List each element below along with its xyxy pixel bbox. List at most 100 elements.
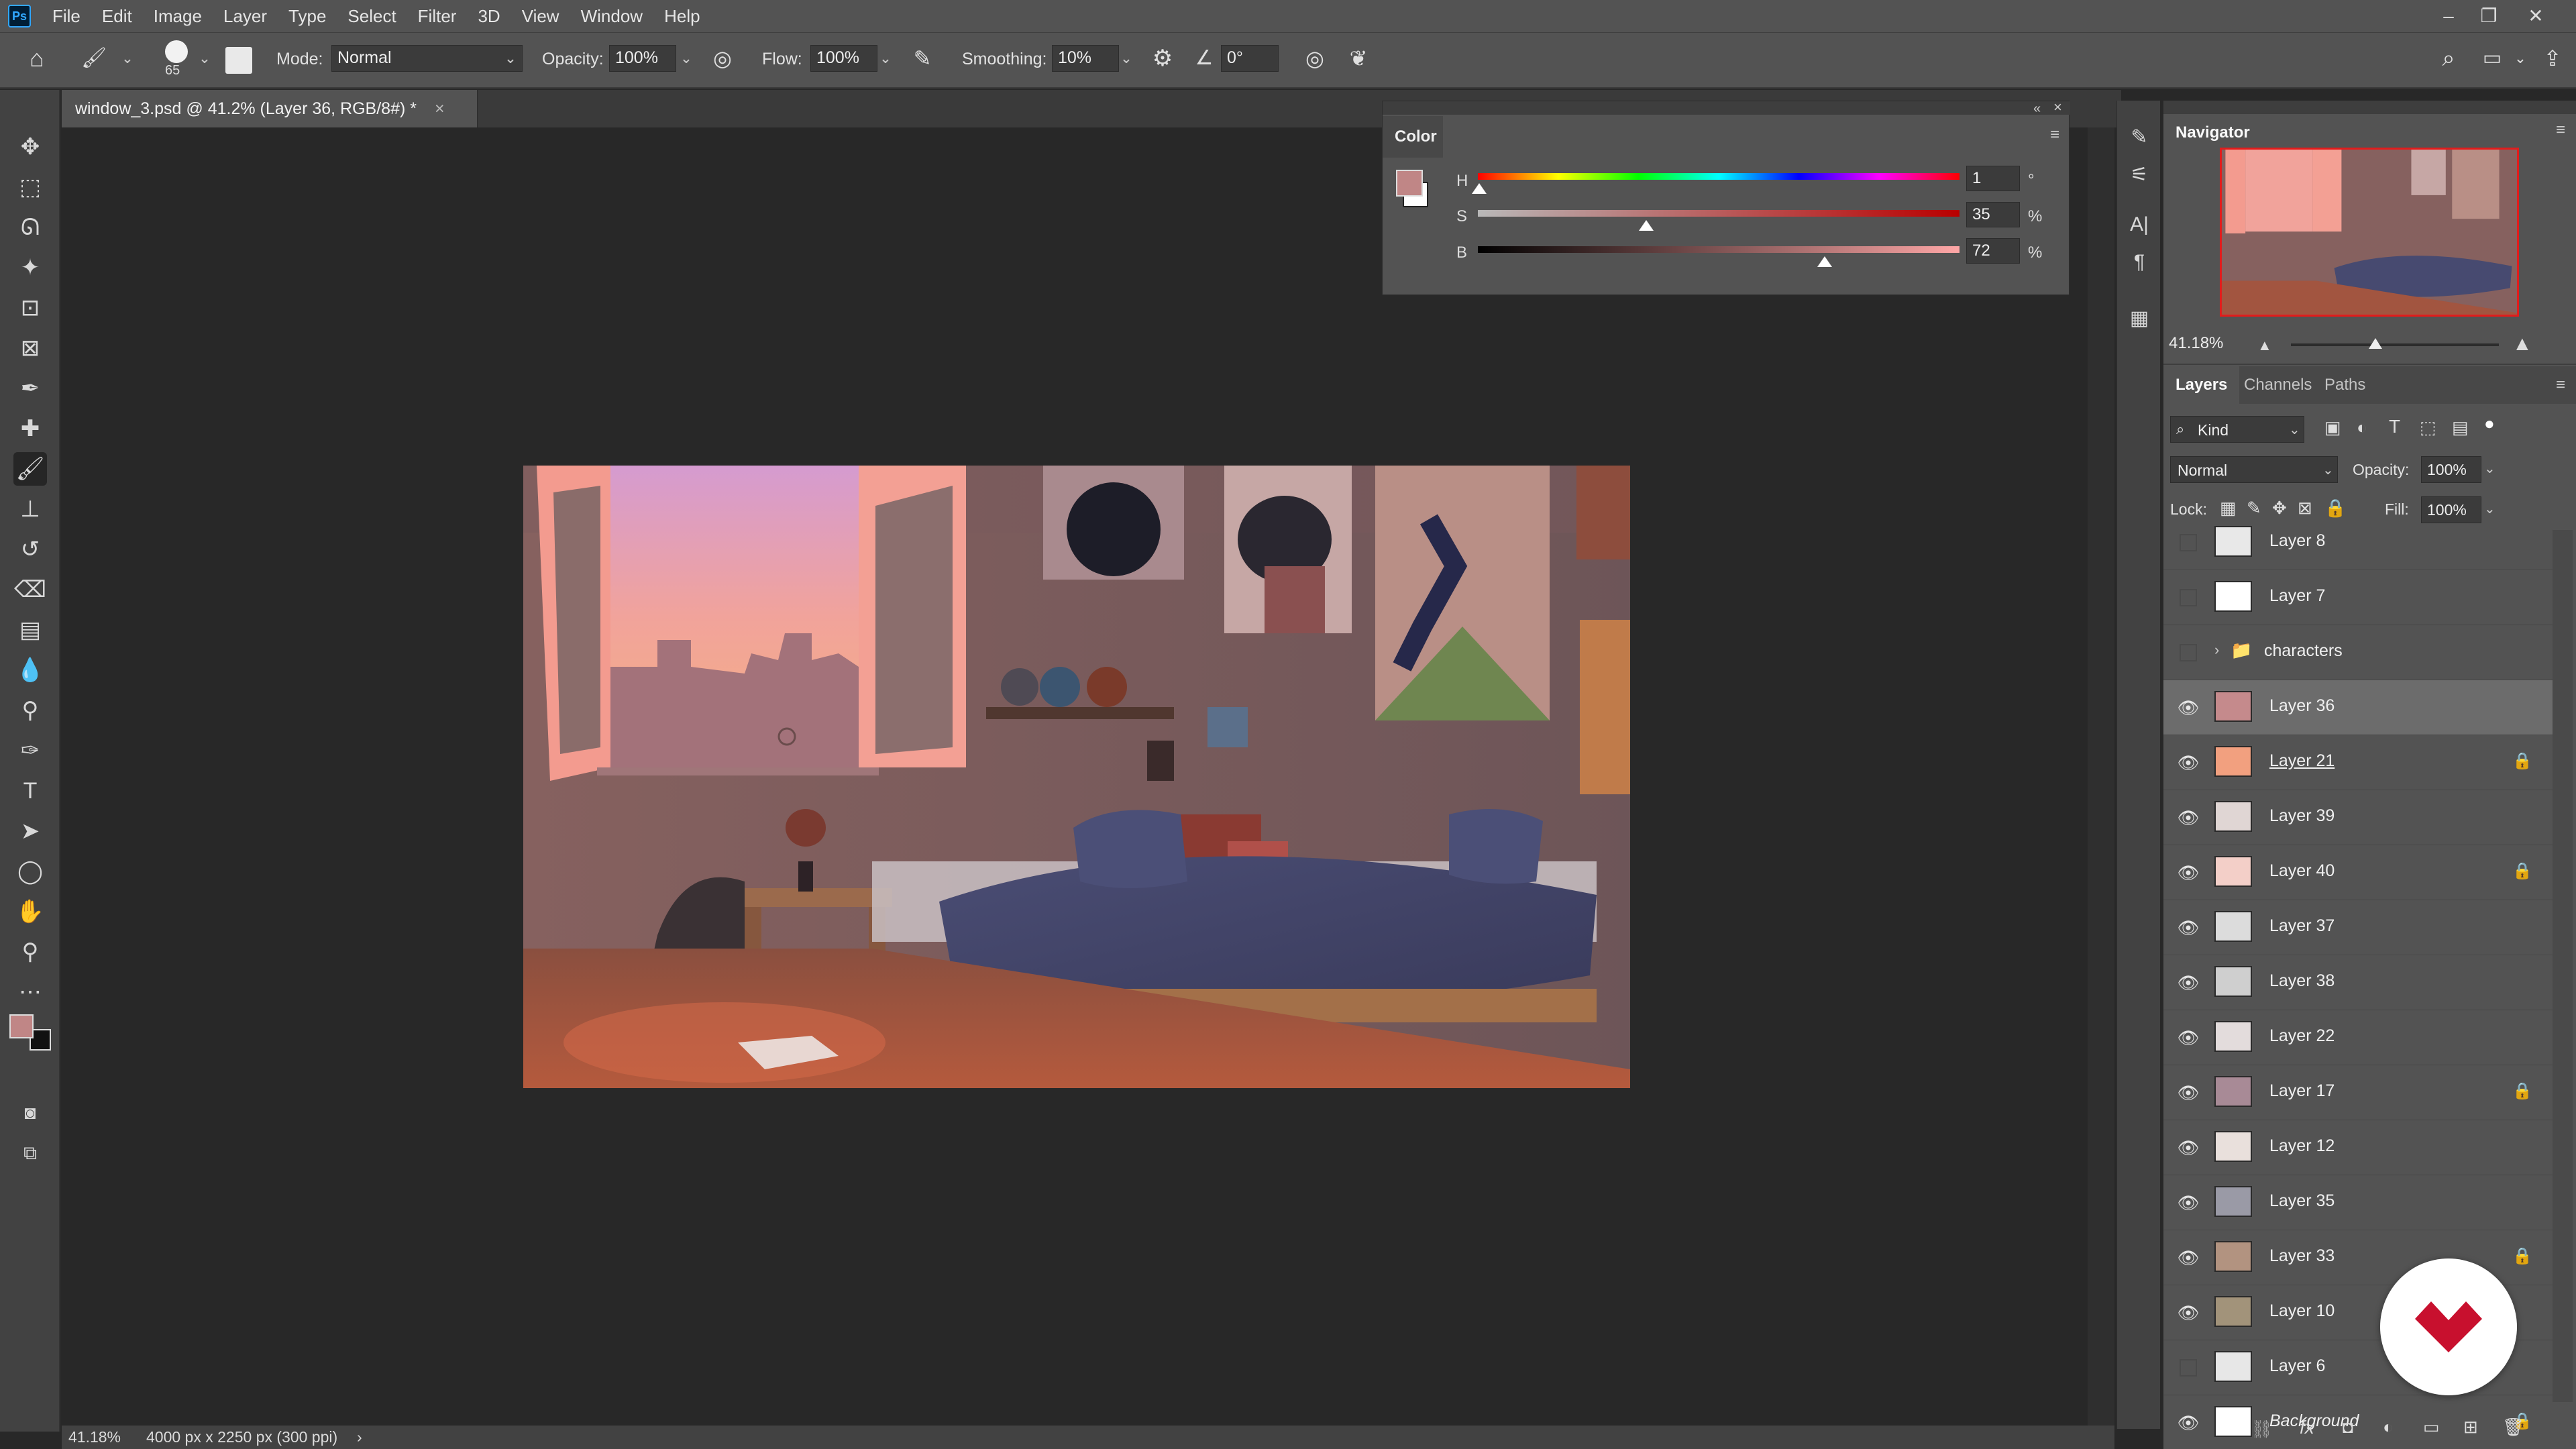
saturation-slider-thumb[interactable] [1639,220,1654,231]
layer-thumbnail[interactable] [2214,1296,2252,1327]
layer-name[interactable]: Layer 38 [2269,971,2334,991]
tab-paths[interactable]: Paths [2312,366,2377,404]
brush-tip-icon[interactable] [165,40,188,63]
menu-layer[interactable]: Layer [213,6,278,27]
visibility-eye-icon[interactable]: 👁 [2177,806,2200,829]
brush-preset-dropdown-icon[interactable]: ⌄ [117,45,138,72]
layer-thumbnail[interactable] [2214,1076,2252,1107]
filter-pixel-icon[interactable]: ▣ [2324,417,2341,438]
new-layer-icon[interactable]: ⊞ [2463,1417,2478,1438]
layer-thumbnail[interactable] [2214,526,2252,557]
status-menu-arrow-icon[interactable]: › [357,1426,362,1449]
layer-name[interactable]: Layer 17 [2269,1081,2334,1101]
menu-file[interactable]: File [42,6,91,27]
more-tools-icon[interactable]: ⋯ [13,975,47,1009]
layer-row[interactable]: › 📁 characters [2163,625,2553,680]
smoothing-dropdown-icon[interactable]: ⌄ [1116,45,1136,72]
pressure-size-icon[interactable]: ◎ [1298,42,1332,75]
color-panel-menu-icon[interactable]: ≡ [2050,125,2059,144]
menu-type[interactable]: Type [278,6,337,27]
layer-name[interactable]: Layer 8 [2269,531,2325,551]
layer-thumbnail[interactable] [2214,801,2252,832]
filter-toggle-icon[interactable]: ● [2484,413,2495,434]
menu-select[interactable]: Select [337,6,407,27]
layer-row[interactable]: Layer 7 [2163,570,2553,625]
layers-scrollbar[interactable] [2553,530,2573,1402]
collapse-panel-icon[interactable]: « [2033,101,2041,117]
character-panel-icon[interactable]: A| [2123,208,2156,241]
filter-type-icon[interactable]: T [2389,416,2400,437]
hand-tool-icon[interactable]: ✋ [13,895,47,928]
paragraph-panel-icon[interactable]: ¶ [2123,246,2156,279]
ellipse-tool-icon[interactable]: ◯ [13,855,47,888]
layer-thumbnail[interactable] [2214,691,2252,722]
eraser-tool-icon[interactable]: ⌫ [13,573,47,606]
frame-tool-icon[interactable]: ⊠ [13,331,47,365]
brush-preset-icon[interactable]: 🖌 [77,42,111,75]
flow-input[interactable]: 100% [810,45,877,72]
layer-thumbnail[interactable] [2214,746,2252,777]
filter-smart-object-icon[interactable]: ▤ [2452,417,2469,438]
add-mask-icon[interactable]: ◘ [2343,1417,2353,1438]
layer-thumbnail[interactable] [2214,1021,2252,1052]
blend-mode-select[interactable]: Normal ⌄ [2170,456,2338,483]
visibility-toggle-off[interactable] [2180,644,2197,661]
layer-thumbnail[interactable] [2214,1351,2252,1382]
navigator-tab[interactable]: Navigator [2163,114,2262,152]
layer-name[interactable]: Layer 40 [2269,861,2334,881]
group-expand-chevron-icon[interactable]: › [2214,641,2219,659]
layer-name[interactable]: Layer 12 [2269,1136,2334,1156]
saturation-input[interactable]: 35 [1966,202,2020,227]
brush-settings-panel-icon[interactable]: ✎ [2123,121,2156,154]
navigator-thumbnail[interactable] [2220,148,2519,317]
saturation-slider[interactable] [1478,210,1960,217]
layer-name[interactable]: Layer 22 [2269,1026,2334,1046]
blur-tool-icon[interactable]: 💧 [13,653,47,687]
visibility-eye-icon[interactable]: 👁 [2177,696,2200,719]
visibility-eye-icon[interactable]: 👁 [2177,1191,2200,1214]
brush-tool-icon[interactable]: 🖌 [13,452,47,486]
airbrush-icon[interactable]: ✎ [906,42,939,75]
color-panel-title[interactable]: Color [1383,116,1443,158]
home-icon[interactable]: ⌂ [20,42,54,75]
layer-opacity-dropdown-icon[interactable]: ⌄ [2484,460,2496,477]
workspace-dropdown-icon[interactable]: ⌄ [2512,42,2528,75]
menu-3d[interactable]: 3D [467,6,511,27]
dodge-tool-icon[interactable]: ⚲ [13,694,47,727]
layer-thumbnail[interactable] [2214,966,2252,997]
layer-name[interactable]: Layer 21 [2269,751,2334,771]
layer-name[interactable]: Layer 33 [2269,1246,2334,1266]
canvas-scrollbar[interactable] [2088,127,2114,1426]
menu-edit[interactable]: Edit [91,6,143,27]
layer-row[interactable]: Layer 8 [2163,515,2553,570]
navigator-menu-icon[interactable]: ≡ [2556,121,2565,140]
lasso-tool-icon[interactable]: ᘏ [13,211,47,244]
close-tab-icon[interactable]: × [435,99,445,118]
status-zoom[interactable]: 41.18% [68,1426,121,1449]
quick-mask-icon[interactable]: ◙ [13,1096,47,1130]
opacity-input[interactable]: 100% [609,45,676,72]
brightness-input[interactable]: 72 [1966,238,2020,264]
layer-row[interactable]: 👁 Layer 36 [2163,680,2553,735]
layer-filter-select[interactable]: ⌕ Kind ⌄ [2170,416,2304,443]
properties-panel-icon[interactable]: ▦ [2123,302,2156,335]
canvas-artwork[interactable] [523,466,1630,1088]
magic-wand-tool-icon[interactable]: ✦ [13,251,47,284]
minimize-icon[interactable]: – [2435,3,2462,30]
navigator-zoom-thumb[interactable] [2369,338,2382,349]
brightness-slider-thumb[interactable] [1817,256,1832,267]
flow-dropdown-icon[interactable]: ⌄ [875,45,896,72]
search-icon[interactable]: ⌕ [2432,42,2465,75]
menu-filter[interactable]: Filter [407,6,468,27]
layer-thumbnail[interactable] [2214,1406,2252,1437]
layer-name[interactable]: Layer 10 [2269,1301,2334,1321]
layer-thumbnail[interactable] [2214,581,2252,612]
close-panel-icon[interactable]: × [2053,99,2062,116]
mode-select[interactable]: Normal [331,45,523,72]
pen-tool-icon[interactable]: ✑ [13,734,47,767]
visibility-eye-icon[interactable]: 👁 [2177,1026,2200,1049]
type-tool-icon[interactable]: T [13,774,47,808]
layer-name[interactable]: Layer 6 [2269,1356,2325,1376]
filter-shape-icon[interactable]: ⬚ [2420,417,2436,438]
layer-thumbnail[interactable] [2214,1186,2252,1217]
